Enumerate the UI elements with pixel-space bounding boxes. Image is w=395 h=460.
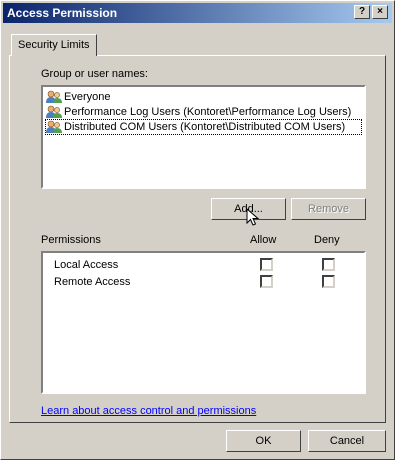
group-user-list[interactable]: Everyone Performance Log Users (Kontoret… [41, 85, 366, 189]
users-icon [46, 90, 62, 103]
permission-local-access: Local Access [54, 259, 119, 271]
mouse-cursor-icon [246, 208, 260, 226]
list-item-distributed-com-users[interactable]: Distributed COM Users (Kontoret\Distribu… [45, 119, 362, 135]
permission-remote-access: Remote Access [54, 276, 131, 288]
remote-access-deny-checkbox[interactable] [322, 275, 335, 288]
cancel-button[interactable]: Cancel [308, 430, 386, 452]
remove-button: Remove [291, 198, 366, 220]
tab-label: Security Limits [18, 39, 90, 51]
deny-column-header: Deny [314, 234, 340, 246]
users-icon [46, 120, 62, 133]
group-names-label: Group or user names: [41, 68, 148, 80]
learn-more-link[interactable]: Learn about access control and permissio… [41, 405, 256, 417]
local-access-allow-checkbox[interactable] [260, 258, 273, 271]
users-icon [46, 105, 62, 118]
list-item-label: Everyone [64, 91, 111, 103]
permissions-list: Local Access Remote Access [41, 251, 366, 394]
window-title: Access Permission [7, 6, 118, 20]
ok-button[interactable]: OK [226, 430, 301, 452]
list-item-everyone[interactable]: Everyone [46, 90, 110, 104]
title-bar[interactable]: Access Permission ? × [3, 3, 392, 23]
permissions-label: Permissions [41, 234, 101, 246]
local-access-deny-checkbox[interactable] [322, 258, 335, 271]
access-permission-dialog: Access Permission ? × Security Limits Gr… [0, 0, 395, 460]
list-item-performance-log-users[interactable]: Performance Log Users (Kontoret\Performa… [46, 105, 351, 119]
help-button[interactable]: ? [354, 5, 370, 19]
tab-security-limits[interactable]: Security Limits [11, 34, 97, 56]
list-item-label: Distributed COM Users (Kontoret\Distribu… [64, 121, 346, 133]
allow-column-header: Allow [250, 234, 277, 246]
close-button[interactable]: × [372, 5, 388, 19]
list-item-label: Performance Log Users (Kontoret\Performa… [64, 106, 352, 118]
remote-access-allow-checkbox[interactable] [260, 275, 273, 288]
